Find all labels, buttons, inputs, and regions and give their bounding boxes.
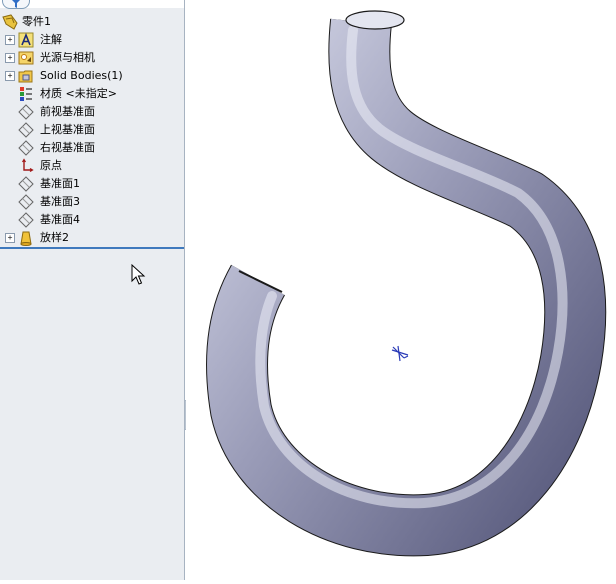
plane-icon — [18, 176, 34, 192]
tree-item-label: 原点 — [40, 159, 62, 172]
plane-icon — [18, 104, 34, 120]
tree-list: 零件1 + 注解 + 光源与相机 + Solid Bodies(1) 材质 <未… — [0, 13, 184, 247]
tree-root-label: 零件1 — [22, 15, 51, 28]
expand-toggle[interactable]: + — [5, 35, 15, 45]
loft-icon — [18, 230, 34, 246]
mouse-pointer-icon — [131, 264, 146, 285]
tree-item-origin[interactable]: 原点 — [0, 157, 184, 175]
lights-cameras-icon — [18, 50, 34, 66]
origin-icon — [18, 158, 34, 174]
tree-item-top-plane[interactable]: 上视基准面 — [0, 121, 184, 139]
tree-item-label: 光源与相机 — [40, 51, 95, 64]
tree-item-right-plane[interactable]: 右视基准面 — [0, 139, 184, 157]
tree-item-label: 放样2 — [40, 231, 69, 244]
tree-item-label: 注解 — [40, 33, 62, 46]
tree-item-label: 右视基准面 — [40, 141, 95, 154]
filter-funnel-icon — [12, 0, 20, 8]
plane-icon — [18, 140, 34, 156]
tree-item-label: 前视基准面 — [40, 105, 95, 118]
tree-item-label: 上视基准面 — [40, 123, 95, 136]
tree-item-label: 基准面3 — [40, 195, 80, 208]
part-icon — [2, 14, 18, 30]
tree-item-plane3[interactable]: 基准面3 — [0, 193, 184, 211]
tree-root-part[interactable]: 零件1 — [0, 13, 184, 31]
filter-button[interactable] — [2, 0, 30, 9]
panel-divider[interactable] — [184, 0, 185, 580]
tree-item-label: Solid Bodies(1) — [40, 69, 123, 82]
plane-icon — [18, 122, 34, 138]
material-icon — [18, 86, 34, 102]
tree-item-lights-cameras[interactable]: + 光源与相机 — [0, 49, 184, 67]
expand-toggle[interactable]: + — [5, 233, 15, 243]
tree-item-label: 基准面1 — [40, 177, 80, 190]
tree-item-solid-bodies[interactable]: + Solid Bodies(1) — [0, 67, 184, 85]
annotations-icon — [18, 32, 34, 48]
tree-item-label: 基准面4 — [40, 213, 80, 226]
solid-bodies-folder-icon — [18, 68, 34, 84]
expand-toggle[interactable]: + — [5, 71, 15, 81]
expand-toggle[interactable]: + — [5, 53, 15, 63]
origin-triad-icon — [391, 345, 409, 362]
tree-item-annotations[interactable]: + 注解 — [0, 31, 184, 49]
plane-icon — [18, 194, 34, 210]
tree-item-front-plane[interactable]: 前视基准面 — [0, 103, 184, 121]
feature-manager-tree: 零件1 + 注解 + 光源与相机 + Solid Bodies(1) 材质 <未… — [0, 0, 184, 580]
tree-item-plane4[interactable]: 基准面4 — [0, 211, 184, 229]
tree-item-loft2[interactable]: + 放样2 — [0, 229, 184, 247]
tree-item-label: 材质 <未指定> — [40, 87, 117, 100]
hook-model — [206, 10, 607, 557]
graphics-viewport[interactable] — [186, 0, 616, 580]
plane-icon — [18, 212, 34, 228]
rollback-bar[interactable] — [0, 247, 184, 249]
tree-item-material[interactable]: 材质 <未指定> — [0, 85, 184, 103]
tree-item-plane1[interactable]: 基准面1 — [0, 175, 184, 193]
